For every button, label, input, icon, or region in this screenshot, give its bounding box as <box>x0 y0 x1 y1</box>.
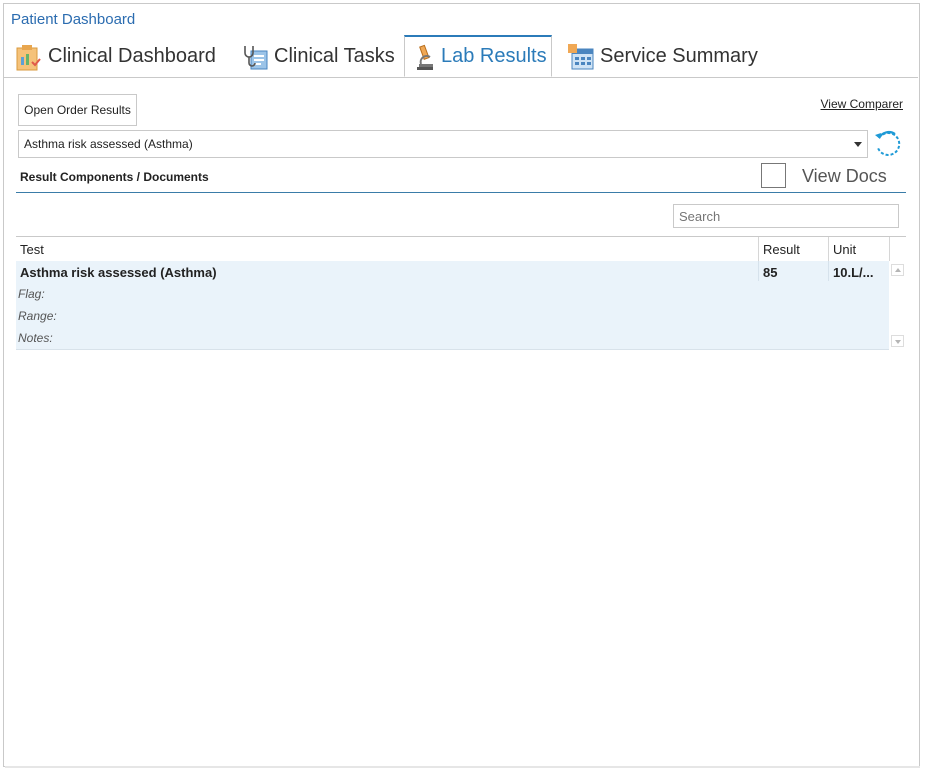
cell-unit: 10.L/... <box>833 265 874 280</box>
tab-clinical-tasks[interactable]: Clinical Tasks <box>242 36 395 77</box>
stethoscope-tasks-icon <box>242 43 268 71</box>
open-order-results-button[interactable]: Open Order Results <box>18 94 137 126</box>
calendar-summary-icon <box>568 43 594 71</box>
search-input[interactable] <box>673 204 899 228</box>
refresh-icon[interactable] <box>873 129 903 159</box>
column-header-unit[interactable]: Unit <box>829 237 889 261</box>
scroll-down-button[interactable] <box>891 335 904 347</box>
app-title: Patient Dashboard <box>11 11 136 28</box>
range-label: Range: <box>18 309 57 323</box>
column-separator <box>889 237 890 261</box>
tab-clinical-dashboard[interactable]: Clinical Dashboard <box>16 36 216 77</box>
microscope-icon <box>415 43 435 71</box>
window-shadow <box>5 766 920 768</box>
column-header-result[interactable]: Result <box>759 237 828 261</box>
tab-label: Clinical Dashboard <box>48 45 216 67</box>
tab-label: Service Summary <box>600 45 758 67</box>
tab-label: Lab Results <box>441 45 547 67</box>
tab-lab-results[interactable]: Lab Results <box>404 35 552 77</box>
tab-service-summary[interactable]: Service Summary <box>568 36 758 77</box>
notes-label: Notes: <box>18 331 53 345</box>
flag-label: Flag: <box>18 287 45 301</box>
view-docs-label[interactable]: View Docs <box>802 166 887 187</box>
tab-label: Clinical Tasks <box>274 45 395 67</box>
cell-result: 85 <box>763 265 778 280</box>
order-select[interactable]: Asthma risk assessed (Asthma) <box>18 130 868 158</box>
view-docs-checkbox[interactable] <box>761 163 786 188</box>
chevron-down-icon <box>854 142 862 147</box>
column-header-test[interactable]: Test <box>16 237 758 261</box>
tabs-divider <box>4 77 918 78</box>
order-select-value: Asthma risk assessed (Asthma) <box>24 137 193 151</box>
cell-separator <box>828 261 829 281</box>
scroll-up-button[interactable] <box>891 264 904 276</box>
cell-separator <box>758 261 759 281</box>
cell-test: Asthma risk assessed (Asthma) <box>20 265 217 280</box>
window-frame <box>3 3 920 767</box>
view-comparer-link[interactable]: View Comparer <box>821 97 903 111</box>
result-components-label: Result Components / Documents <box>20 170 209 184</box>
clipboard-chart-icon <box>16 43 42 71</box>
section-divider <box>16 192 906 193</box>
